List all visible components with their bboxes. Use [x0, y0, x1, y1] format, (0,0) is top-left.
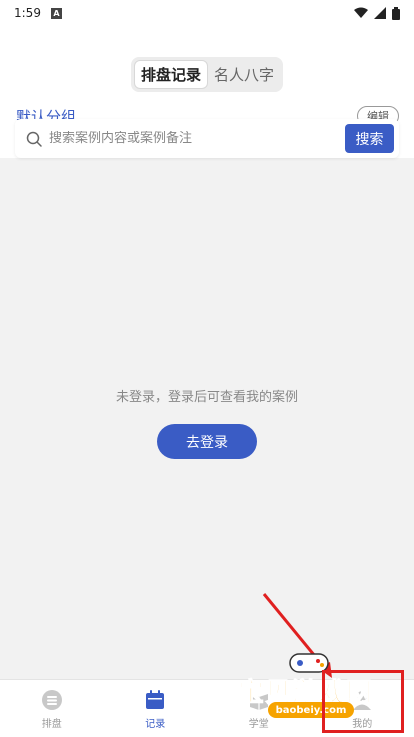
red-highlight-box	[322, 670, 404, 733]
calendar-icon	[146, 690, 165, 709]
status-bar: 1:59 A	[0, 0, 414, 26]
search-icon	[26, 131, 42, 147]
record-tabs: 排盘记录 名人八字	[131, 57, 283, 92]
nav-item-records[interactable]: 记录	[104, 680, 208, 737]
search-input[interactable]	[49, 131, 329, 146]
nav-item-paipan[interactable]: 排盘	[0, 680, 104, 737]
search-button[interactable]: 搜索	[345, 124, 394, 153]
login-button[interactable]: 去登录	[157, 424, 257, 459]
tab-paipan-records[interactable]: 排盘记录	[134, 60, 208, 89]
empty-state-message: 未登录，登录后可查看我的案例	[115, 390, 298, 405]
nav-label-records: 记录	[145, 719, 166, 730]
status-time: 1:59	[14, 6, 41, 20]
signal-icon	[374, 7, 386, 19]
status-icons	[354, 6, 400, 20]
nav-label-paipan: 排盘	[41, 719, 62, 730]
notification-a-icon: A	[50, 7, 62, 19]
nav-label-study: 学堂	[248, 719, 269, 730]
paipan-icon	[41, 690, 62, 710]
battery-icon	[392, 6, 400, 20]
wifi-icon	[354, 7, 368, 18]
tab-celebrity-bazi[interactable]: 名人八字	[208, 60, 280, 89]
search-bar: 搜索	[15, 119, 399, 158]
